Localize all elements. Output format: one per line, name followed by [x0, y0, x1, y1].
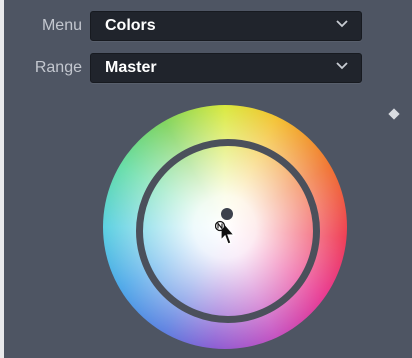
- move-cursor-icon: [215, 218, 236, 245]
- range-dropdown-value: Master: [105, 59, 157, 76]
- color-panel: Menu Colors Range Master: [4, 0, 412, 358]
- menu-dropdown-value: Colors: [105, 17, 156, 34]
- menu-label: Menu: [41, 17, 82, 34]
- menu-row: Menu Colors: [4, 11, 412, 41]
- range-dropdown[interactable]: Master: [90, 53, 362, 83]
- color-wheel[interactable]: [103, 105, 347, 349]
- chevron-down-icon: [336, 20, 348, 28]
- chevron-down-icon: [336, 62, 348, 70]
- range-label: Range: [34, 59, 82, 76]
- keyframe-diamond-icon[interactable]: [388, 108, 400, 120]
- menu-dropdown[interactable]: Colors: [90, 11, 362, 41]
- range-row: Range Master: [4, 53, 412, 83]
